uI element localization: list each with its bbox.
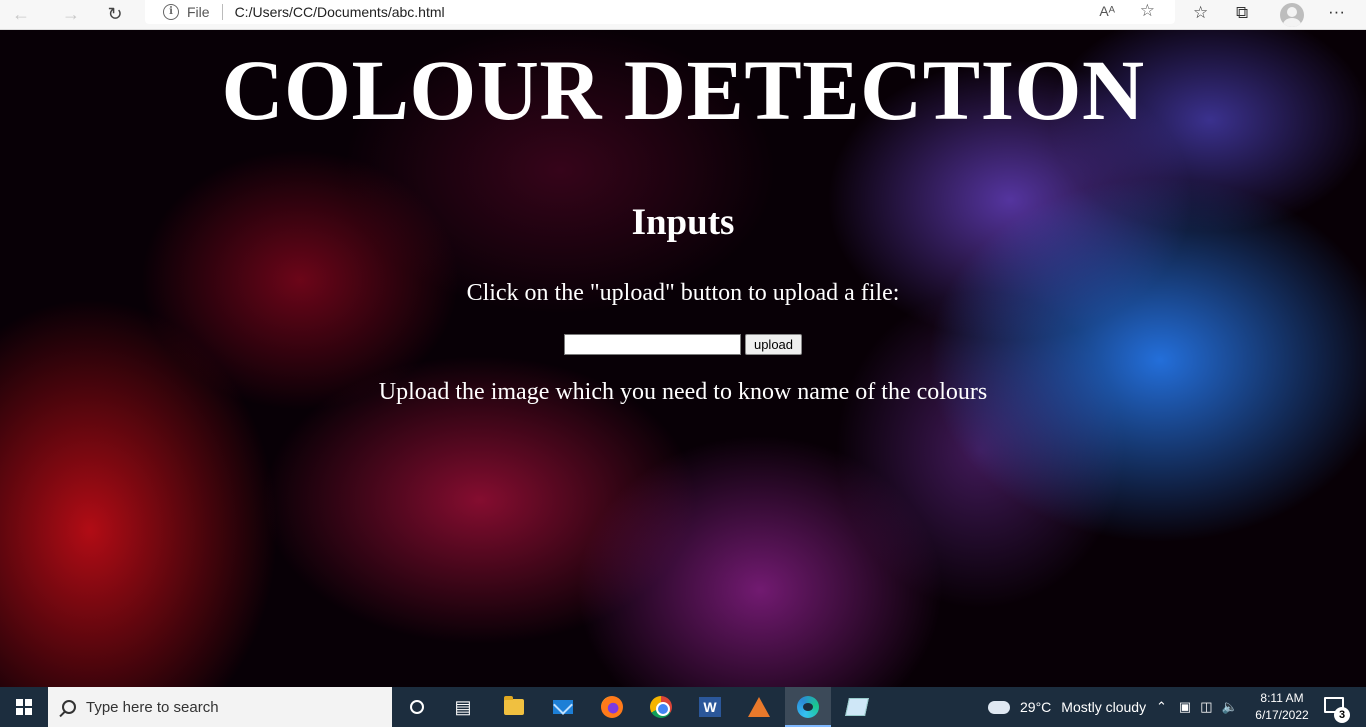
- notification-badge: 3: [1334, 707, 1350, 723]
- network-icon[interactable]: ◫: [1200, 699, 1212, 715]
- folder-icon: [504, 696, 524, 715]
- section-heading: Inputs: [631, 202, 735, 243]
- more-icon[interactable]: ···: [1328, 2, 1345, 22]
- task-view-icon: ▤: [454, 696, 472, 717]
- weather-widget[interactable]: 29°C Mostly cloudy: [985, 687, 1147, 727]
- start-button[interactable]: [0, 687, 48, 727]
- chrome-icon: [650, 696, 672, 718]
- weather-temp: 29°C: [1020, 699, 1052, 715]
- page-title: COLOUR DETECTION: [221, 42, 1145, 138]
- edge-icon: [797, 696, 819, 718]
- notes-button[interactable]: [842, 692, 872, 722]
- taskbar: Type here to search ▤ W 29°C Mostly clou…: [0, 687, 1366, 727]
- taskbar-search[interactable]: Type here to search: [48, 687, 392, 727]
- chevron-up-icon[interactable]: ⌃: [1156, 699, 1167, 715]
- avatar[interactable]: [1280, 3, 1304, 27]
- file-input[interactable]: [564, 334, 741, 355]
- firefox-icon: [601, 696, 623, 718]
- refresh-button[interactable]: ↻: [100, 3, 130, 27]
- arrow-right-icon: →: [62, 4, 80, 24]
- clock[interactable]: 8:11 AM 6/17/2022: [1248, 690, 1316, 724]
- chrome-button[interactable]: [646, 692, 676, 722]
- search-icon: [62, 700, 76, 714]
- cortana-icon: [410, 700, 424, 714]
- address-bar[interactable]: i File C:/Users/CC/Documents/abc.html Aᴬ…: [145, 0, 1175, 24]
- page-background: COLOUR DETECTION Inputs Click on the "up…: [0, 30, 1366, 687]
- url-text[interactable]: C:/Users/CC/Documents/abc.html: [235, 4, 445, 20]
- browser-toolbar: ← → ↻ i File C:/Users/CC/Documents/abc.h…: [0, 0, 1366, 30]
- cortana-button[interactable]: [402, 692, 432, 722]
- matlab-button[interactable]: [744, 692, 774, 722]
- upload-button[interactable]: upload: [745, 334, 802, 355]
- forward-button[interactable]: →: [56, 3, 86, 27]
- word-button[interactable]: W: [695, 692, 725, 722]
- divider: [221, 4, 223, 20]
- notes-icon: [845, 698, 869, 716]
- firefox-button[interactable]: [597, 692, 627, 722]
- clock-date: 6/17/2022: [1255, 708, 1309, 722]
- back-button[interactable]: ←: [6, 3, 36, 27]
- refresh-icon: ↻: [107, 4, 123, 24]
- mail-button[interactable]: [548, 692, 578, 722]
- word-icon: W: [699, 697, 721, 717]
- task-view-button[interactable]: ▤: [448, 692, 478, 722]
- arrow-left-icon: ←: [12, 4, 30, 24]
- favorites-icon[interactable]: ☆: [1193, 3, 1208, 23]
- add-favorite-icon[interactable]: ☆: [1140, 1, 1155, 21]
- matlab-icon: [748, 697, 770, 717]
- cloud-icon: [985, 696, 1010, 714]
- system-tray: ⌃ ▣ ◫ 🔈: [1156, 687, 1238, 727]
- collections-icon[interactable]: ⧉: [1236, 3, 1248, 23]
- protocol-label: File: [187, 4, 210, 20]
- read-aloud-icon[interactable]: Aᴬ: [1099, 3, 1115, 19]
- search-placeholder: Type here to search: [86, 698, 219, 716]
- upload-instruction: Click on the "upload" button to upload a…: [466, 280, 900, 306]
- volume-icon[interactable]: 🔈: [1222, 699, 1238, 715]
- clock-time: 8:11 AM: [1260, 691, 1304, 705]
- file-explorer-button[interactable]: [499, 692, 529, 722]
- weather-desc: Mostly cloudy: [1061, 699, 1147, 715]
- site-info-icon[interactable]: i: [163, 4, 179, 20]
- edge-button[interactable]: [785, 687, 831, 727]
- meet-now-icon[interactable]: ▣: [1179, 699, 1191, 715]
- windows-icon: [16, 699, 32, 715]
- mail-icon: [553, 700, 573, 714]
- upload-description: Upload the image which you need to know …: [378, 379, 988, 405]
